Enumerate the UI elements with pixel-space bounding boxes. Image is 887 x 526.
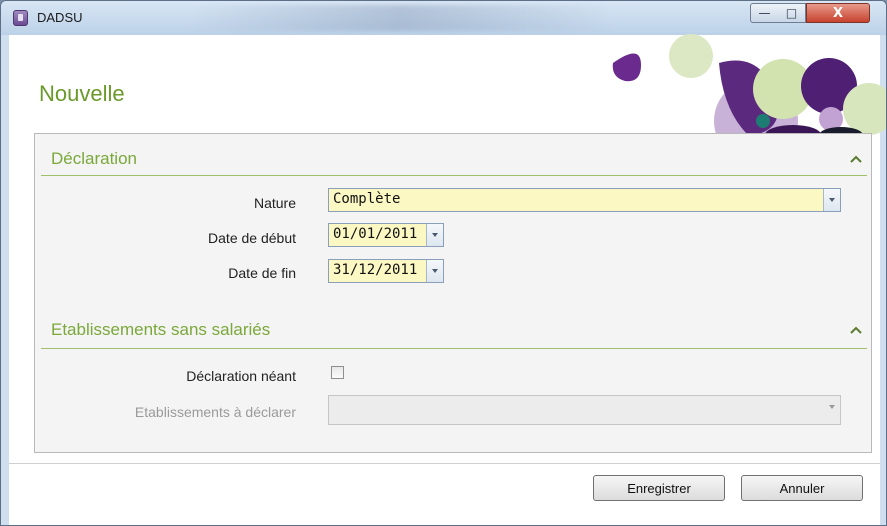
- declaration-neant-checkbox[interactable]: [331, 366, 344, 379]
- section-divider: [41, 348, 867, 349]
- date-debut-label: Date de début: [208, 230, 296, 246]
- chevron-down-icon[interactable]: [824, 396, 840, 424]
- etablissements-a-declarer-select[interactable]: [328, 395, 841, 425]
- date-fin-label: Date de fin: [228, 265, 296, 281]
- cancel-button[interactable]: Annuler: [741, 475, 863, 501]
- declaration-neant-label: Déclaration néant: [186, 368, 296, 384]
- chevron-up-icon[interactable]: [849, 154, 863, 164]
- nature-value: Complète: [333, 191, 401, 207]
- chevron-up-icon[interactable]: [849, 325, 863, 335]
- dadsu-window: DADSU — □ X Nouvelle Déclaration Nature …: [0, 0, 887, 526]
- deco-drop: [612, 53, 641, 82]
- deco-dot: [756, 114, 770, 128]
- deco-bubble: [669, 34, 713, 78]
- nature-select[interactable]: Complète: [328, 188, 841, 212]
- date-debut-field[interactable]: 01/01/2011: [328, 223, 444, 247]
- chevron-down-icon[interactable]: [426, 260, 443, 282]
- page-heading: Nouvelle: [39, 81, 125, 106]
- date-debut-value: 01/01/2011: [333, 226, 418, 242]
- date-fin-field[interactable]: 31/12/2011: [328, 259, 444, 283]
- section-title-declaration: Déclaration: [51, 149, 137, 168]
- nature-label: Nature: [253, 195, 296, 211]
- etablissements-a-declarer-label: Etablissements à déclarer: [134, 404, 296, 420]
- section-title-etablissements: Etablissements sans salariés: [51, 320, 271, 339]
- chevron-down-icon[interactable]: [426, 224, 443, 246]
- save-button[interactable]: Enregistrer: [593, 475, 725, 501]
- date-fin-value: 31/12/2011: [333, 262, 418, 278]
- section-divider: [41, 175, 867, 176]
- chevron-down-icon[interactable]: [823, 189, 840, 211]
- decorative-bubbles: [612, 34, 886, 141]
- footer-divider: [9, 463, 880, 464]
